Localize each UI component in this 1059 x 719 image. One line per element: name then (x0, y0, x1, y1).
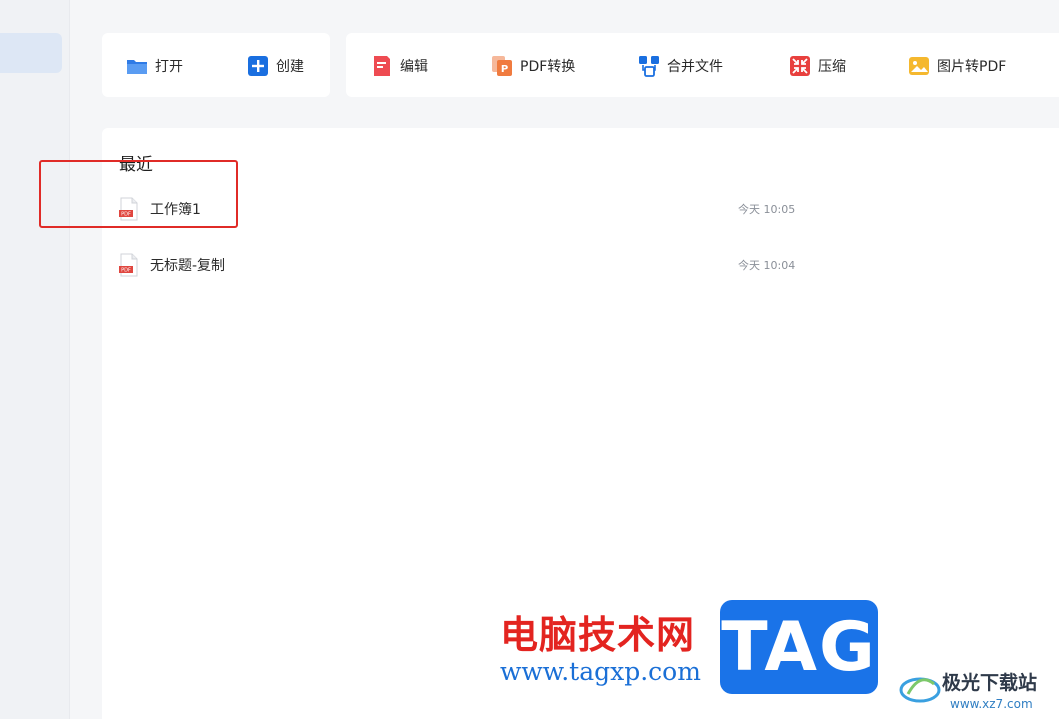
file-name: 无标题-复制 (150, 258, 226, 274)
pdf-convert-button[interactable]: P PDF转换 (491, 52, 575, 80)
file-row[interactable]: PDF 工作簿1 今天 10:05 (118, 191, 798, 227)
merge-icon (638, 55, 660, 77)
pdf-badge: PDF (121, 212, 131, 218)
plus-icon (247, 55, 269, 77)
pdf-convert-icon: P (491, 55, 513, 77)
image-to-pdf-label: 图片转PDF (937, 59, 1007, 75)
watermark-secondary-url: www.xz7.com (950, 697, 1033, 711)
open-button[interactable]: 打开 (126, 52, 183, 80)
pdf-convert-label: PDF转换 (520, 59, 576, 75)
aurora-logo-icon (899, 677, 941, 703)
open-label: 打开 (155, 59, 183, 75)
edit-icon (371, 55, 393, 77)
watermark-site-url: www.tagxp.com (500, 657, 701, 686)
file-time: 今天 10:05 (738, 203, 796, 216)
sidebar-active-item[interactable] (0, 33, 62, 73)
compress-button[interactable]: 压缩 (789, 52, 846, 80)
merge-button[interactable]: 合并文件 (638, 52, 723, 80)
edit-button[interactable]: 编辑 (371, 52, 428, 80)
pdf-file-icon: PDF (118, 253, 140, 277)
file-time: 今天 10:04 (738, 259, 796, 272)
edit-label: 编辑 (400, 59, 428, 75)
folder-icon (126, 55, 148, 77)
merge-label: 合并文件 (667, 59, 723, 75)
create-button[interactable]: 创建 (247, 52, 304, 80)
file-name: 工作簿1 (150, 202, 201, 218)
watermark-tag-logo: TAG (720, 600, 878, 694)
image-to-pdf-button[interactable]: 图片转PDF (908, 52, 1006, 80)
create-label: 创建 (276, 59, 304, 75)
pdf-file-icon: PDF (118, 197, 140, 221)
compress-label: 压缩 (818, 59, 846, 75)
sidebar (0, 0, 70, 719)
compress-icon (789, 55, 811, 77)
image-icon (908, 55, 930, 77)
recent-title: 最近 (119, 155, 153, 175)
file-row[interactable]: PDF 无标题-复制 今天 10:04 (118, 247, 798, 283)
watermark-site-name: 电脑技术网 (500, 612, 696, 657)
pdf-badge: PDF (121, 268, 131, 274)
svg-text:P: P (501, 64, 508, 75)
watermark-secondary-name: 极光下载站 (942, 672, 1038, 694)
